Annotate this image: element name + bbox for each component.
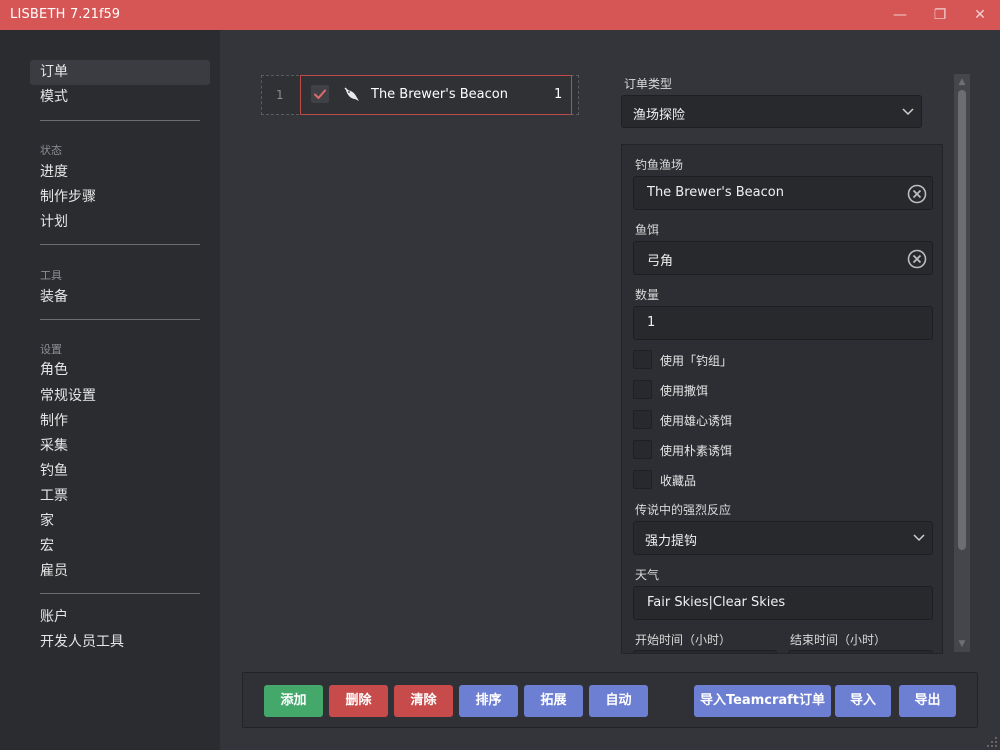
chevron-down-icon <box>902 108 914 116</box>
sidebar-section-tools: 工具 <box>40 269 62 282</box>
order-settings-panel: 钓鱼渔场 The Brewer's Beacon 鱼饵 弓角 数量 1 使用「钓… <box>621 144 943 654</box>
start-time-label: 开始时间（小时） <box>635 633 732 647</box>
end-time-field[interactable] <box>788 650 933 653</box>
start-time-field[interactable] <box>633 650 777 653</box>
sidebar-divider <box>40 120 200 121</box>
sidebar-section-settings: 设置 <box>40 343 62 356</box>
fishing-spot-field[interactable]: The Brewer's Beacon <box>633 176 933 210</box>
action-toolbar: 添加 删除 清除 排序 拓展 自动 导入Teamcraft订单 导入 导出 <box>242 672 978 728</box>
sidebar-divider <box>40 319 200 320</box>
legendary-reaction-label: 传说中的强烈反应 <box>635 503 732 517</box>
collectable-label: 收藏品 <box>660 474 697 488</box>
chevron-down-icon <box>913 534 925 542</box>
order-index: 1 <box>276 88 284 102</box>
import-teamcraft-button[interactable]: 导入Teamcraft订单 <box>694 685 831 717</box>
scroll-up-arrow-icon[interactable]: ▲ <box>957 77 967 87</box>
bait-label: 鱼饵 <box>635 223 660 237</box>
use-chum-checkbox[interactable] <box>633 380 652 399</box>
sidebar-divider <box>40 244 200 245</box>
sidebar-item-dev-tools[interactable]: 开发人员工具 <box>30 630 210 655</box>
maximize-icon[interactable]: ❐ <box>930 5 950 25</box>
close-icon[interactable]: ✕ <box>970 5 990 25</box>
title-bar: LISBETH 7.21f59 — ❐ ✕ <box>0 0 1000 30</box>
use-modest-lure-label: 使用朴素诱饵 <box>660 444 733 458</box>
use-modest-lure-checkbox[interactable] <box>633 440 652 459</box>
bait-field[interactable]: 弓角 <box>633 241 933 275</box>
app-name: LISBETH <box>10 7 66 22</box>
fishing-spot-value: The Brewer's Beacon <box>647 185 784 200</box>
sidebar-item-macro[interactable]: 宏 <box>30 534 210 559</box>
weather-label: 天气 <box>635 568 660 582</box>
legendary-reaction-value: 强力提钩 <box>645 534 698 549</box>
sidebar-item-crafting[interactable]: 制作 <box>30 409 210 434</box>
use-ambitious-lure-checkbox[interactable] <box>633 410 652 429</box>
add-button[interactable]: 添加 <box>264 685 323 717</box>
scroll-down-arrow-icon[interactable]: ▼ <box>957 639 967 649</box>
order-type-label: 订单类型 <box>624 77 673 91</box>
weather-value: Fair Skies|Clear Skies <box>647 595 786 610</box>
app-version: 7.21f59 <box>70 7 121 22</box>
sidebar-item-orders[interactable]: 订单 <box>30 60 210 85</box>
sidebar-item-plan[interactable]: 计划 <box>30 210 210 235</box>
sort-button[interactable]: 排序 <box>459 685 518 717</box>
fishing-spot-label: 钓鱼渔场 <box>635 158 684 172</box>
sidebar-item-account[interactable]: 账户 <box>30 605 210 630</box>
quantity-value: 1 <box>647 315 656 330</box>
use-patience-checkbox[interactable] <box>633 350 652 369</box>
order-item-name: The Brewer's Beacon <box>371 87 508 102</box>
sidebar-section-status: 状态 <box>40 144 62 157</box>
bait-value: 弓角 <box>647 254 674 269</box>
collectable-checkbox[interactable] <box>633 470 652 489</box>
use-patience-label: 使用「钓组」 <box>660 354 733 368</box>
minimize-icon[interactable]: — <box>890 5 910 25</box>
auto-button[interactable]: 自动 <box>589 685 648 717</box>
sidebar-item-general[interactable]: 常规设置 <box>30 384 210 409</box>
end-time-label: 结束时间（小时） <box>790 633 887 647</box>
settings-scrollbar[interactable]: ▲ ▼ <box>954 74 970 652</box>
sidebar-divider <box>40 593 200 594</box>
weather-field[interactable]: Fair Skies|Clear Skies <box>633 586 933 620</box>
sidebar-item-gear[interactable]: 装备 <box>30 285 210 310</box>
sidebar-item-character[interactable]: 角色 <box>30 358 210 383</box>
import-button[interactable]: 导入 <box>835 685 891 717</box>
sidebar-item-gathering[interactable]: 采集 <box>30 434 210 459</box>
sidebar-item-mode[interactable]: 模式 <box>30 85 210 110</box>
clear-icon[interactable] <box>907 184 927 204</box>
order-checkbox[interactable] <box>311 85 329 103</box>
main-content: 1 The Brewer's Beacon 1 订单类型 渔场探险 钓鱼渔场 T… <box>220 30 1000 750</box>
use-chum-label: 使用撒饵 <box>660 384 709 398</box>
sidebar-item-retainers[interactable]: 雇员 <box>30 559 210 584</box>
clear-icon[interactable] <box>907 249 927 269</box>
resize-grip-icon[interactable] <box>986 736 998 748</box>
use-ambitious-lure-label: 使用雄心诱饵 <box>660 414 733 428</box>
export-button[interactable]: 导出 <box>899 685 956 717</box>
sidebar-item-home[interactable]: 家 <box>30 509 210 534</box>
order-type-select[interactable]: 渔场探险 <box>621 95 922 128</box>
expand-button[interactable]: 拓展 <box>524 685 583 717</box>
scroll-thumb[interactable] <box>958 90 966 550</box>
fish-icon <box>343 86 361 104</box>
clear-button[interactable]: 清除 <box>394 685 453 717</box>
checkmark-icon <box>314 89 326 99</box>
order-item-quantity: 1 <box>554 87 563 102</box>
delete-button[interactable]: 删除 <box>329 685 388 717</box>
legendary-reaction-select[interactable]: 强力提钩 <box>633 521 933 555</box>
sidebar-item-craft-steps[interactable]: 制作步骤 <box>30 185 210 210</box>
sidebar-item-progress[interactable]: 进度 <box>30 160 210 185</box>
sidebar: 订单 模式 状态 进度 制作步骤 计划 工具 装备 设置 角色 常规设置 制作 … <box>0 30 220 750</box>
quantity-field[interactable]: 1 <box>633 306 933 340</box>
order-type-value: 渔场探险 <box>633 108 686 123</box>
sidebar-item-fishing[interactable]: 钓鱼 <box>30 459 210 484</box>
quantity-label: 数量 <box>635 288 660 302</box>
sidebar-item-scrips[interactable]: 工票 <box>30 484 210 509</box>
